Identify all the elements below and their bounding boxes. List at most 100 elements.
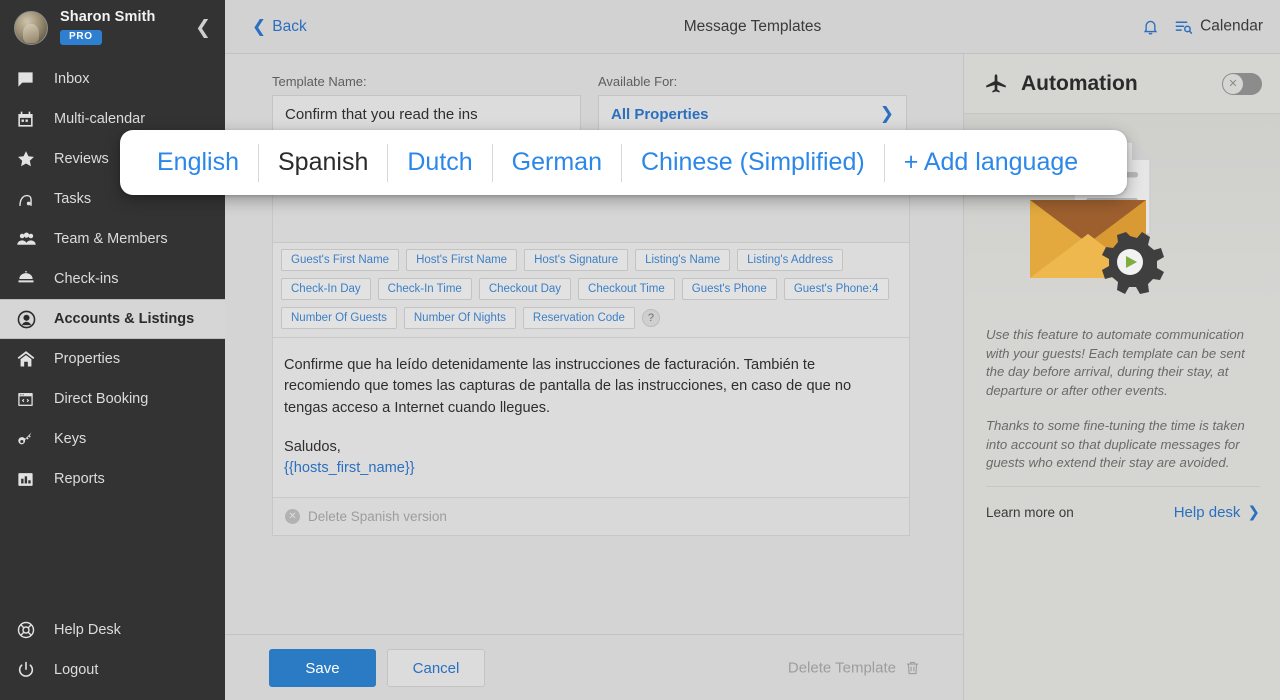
- calendar-label: Calendar: [1200, 17, 1263, 35]
- power-icon: [16, 660, 46, 680]
- merge-tag[interactable]: Host's First Name: [406, 249, 518, 271]
- automation-paragraph-1: Use this feature to automate communicati…: [986, 327, 1245, 399]
- sidebar-item-label: Tasks: [54, 191, 92, 207]
- merge-tag[interactable]: Check-In Day: [281, 278, 371, 300]
- sidebar-item-label: Accounts & Listings: [54, 311, 195, 327]
- automation-toggle[interactable]: ✕: [1222, 72, 1262, 95]
- delete-template-button[interactable]: Delete Template: [788, 659, 921, 676]
- sidebar-item-help-desk[interactable]: Help Desk: [0, 610, 225, 650]
- message-body-editor[interactable]: Confirme que ha leído detenidamente las …: [273, 338, 909, 498]
- vacuum-icon: [16, 190, 46, 209]
- sidebar-item-properties[interactable]: Properties: [0, 339, 225, 379]
- star-icon: [16, 149, 46, 169]
- available-for-value: All Properties: [611, 105, 709, 123]
- delete-template-label: Delete Template: [787, 659, 896, 676]
- sidebar-item-label: Reviews: [54, 151, 109, 167]
- template-name-input[interactable]: Confirm that you read the ins: [272, 95, 581, 133]
- chevron-left-icon[interactable]: ❮: [195, 18, 211, 37]
- merge-tag[interactable]: Guest's Phone:4: [783, 278, 889, 300]
- language-tab-spanish[interactable]: Spanish: [259, 148, 387, 177]
- language-tab-english[interactable]: English: [138, 148, 258, 177]
- back-button[interactable]: ❮ Back: [252, 17, 307, 37]
- help-desk-link[interactable]: Help desk ❯: [1174, 503, 1260, 521]
- help-desk-label: Help desk: [1173, 503, 1241, 521]
- available-for-group: Available For: All Properties ❯: [598, 74, 907, 133]
- automation-footer: Learn more on Help desk ❯: [986, 486, 1260, 521]
- sidebar-item-label: Properties: [54, 351, 121, 367]
- sidebar-item-check-ins[interactable]: Check-ins: [0, 259, 225, 299]
- sidebar-item-label: Check-ins: [54, 271, 119, 287]
- template-name-group: Template Name: Confirm that you read the…: [272, 74, 581, 133]
- sidebar-item-label: Direct Booking: [54, 391, 149, 407]
- merge-tag[interactable]: Reservation Code: [522, 307, 635, 329]
- merge-tag[interactable]: Number Of Nights: [403, 307, 516, 329]
- profile-header[interactable]: Sharon Smith PRO ❮: [0, 0, 225, 55]
- help-icon[interactable]: ?: [641, 309, 660, 327]
- sidebar-item-team-members[interactable]: Team & Members: [0, 219, 225, 259]
- automation-header: Automation ✕: [964, 54, 1280, 114]
- sidebar-nav: Inbox Multi-calendar Reviews Tasks Team …: [0, 59, 225, 499]
- merge-tag[interactable]: Listing's Address: [737, 249, 844, 271]
- message-variable: {{hosts_first_name}}: [284, 460, 415, 477]
- save-button[interactable]: Save: [269, 649, 376, 687]
- merge-tag[interactable]: Checkout Time: [578, 278, 675, 300]
- home-icon: [16, 349, 46, 369]
- sidebar-item-keys[interactable]: Keys: [0, 419, 225, 459]
- template-form-row: Template Name: Confirm that you read the…: [272, 74, 907, 133]
- template-name-value: Confirm that you read the ins: [285, 105, 478, 123]
- merge-tag[interactable]: Check-In Time: [377, 278, 472, 300]
- calendar-link[interactable]: Calendar: [1174, 17, 1263, 36]
- merge-tag[interactable]: Number Of Guests: [281, 307, 397, 329]
- app-root: Sharon Smith PRO ❮ Inbox Multi-calendar: [0, 0, 1280, 700]
- merge-tag[interactable]: Guest's Phone: [681, 278, 777, 300]
- delete-language-version-button[interactable]: ✕ Delete Spanish version: [273, 497, 909, 536]
- sidebar-item-direct-booking[interactable]: Direct Booking: [0, 379, 225, 419]
- profile-text: Sharon Smith PRO: [60, 9, 156, 45]
- merge-tag[interactable]: Listing's Name: [635, 249, 731, 271]
- sidebar-item-reports[interactable]: Reports: [0, 459, 225, 499]
- avatar: [14, 10, 48, 45]
- action-bar: Save Cancel Delete Template: [225, 634, 963, 700]
- learn-more-label: Learn more on: [986, 504, 1074, 520]
- language-tab-german[interactable]: German: [493, 148, 621, 177]
- sidebar-item-accounts-listings[interactable]: Accounts & Listings: [0, 299, 225, 339]
- merge-tag-row-2: Check-In Day Check-In Time Checkout Day …: [281, 278, 901, 300]
- sidebar-item-label: Logout: [54, 662, 99, 678]
- people-icon: [16, 229, 46, 250]
- chevron-right-icon: ❯: [879, 104, 894, 124]
- add-language-button[interactable]: + Add language: [885, 148, 1097, 177]
- sidebar-item-inbox[interactable]: Inbox: [0, 59, 225, 99]
- sidebar-item-label: Inbox: [54, 71, 90, 87]
- available-for-label: Available For:: [598, 74, 678, 89]
- notification-bell-icon[interactable]: [1141, 17, 1160, 36]
- profile-name: Sharon Smith: [60, 9, 156, 26]
- template-editor-card: Guest's First Name Host's First Name Hos…: [272, 194, 910, 537]
- automation-title: Automation: [1021, 71, 1138, 95]
- merge-tag-bar: Guest's First Name Host's First Name Hos…: [273, 243, 909, 338]
- merge-tag[interactable]: Host's Signature: [524, 249, 629, 271]
- delete-language-version-label: Delete Spanish version: [308, 509, 447, 525]
- close-x-icon: ✕: [1223, 73, 1243, 94]
- chat-icon: [16, 70, 46, 89]
- top-bar: ❮ Back Message Templates Calendar: [225, 0, 1280, 54]
- available-for-select[interactable]: All Properties ❯: [598, 95, 907, 133]
- pro-badge: PRO: [60, 30, 102, 45]
- chevron-left-icon: ❮: [252, 16, 267, 37]
- sidebar: Sharon Smith PRO ❮ Inbox Multi-calendar: [0, 0, 225, 700]
- message-paragraph: Confirme que ha leído detenidamente las …: [284, 357, 852, 416]
- calendar-icon: [16, 110, 46, 129]
- sidebar-item-label: Reports: [54, 471, 105, 487]
- language-selector-popup: English Spanish Dutch German Chinese (Si…: [120, 130, 1127, 195]
- language-tab-dutch[interactable]: Dutch: [388, 148, 491, 177]
- merge-tag[interactable]: Guest's First Name: [281, 249, 400, 271]
- language-tab-chinese-simplified[interactable]: Chinese (Simplified): [622, 148, 884, 177]
- sidebar-item-label: Team & Members: [54, 231, 168, 247]
- merge-tag[interactable]: Checkout Day: [478, 278, 572, 300]
- sidebar-item-logout[interactable]: Logout: [0, 650, 225, 690]
- trash-icon: [904, 659, 921, 676]
- sidebar-item-label: Help Desk: [54, 622, 121, 638]
- cancel-button[interactable]: Cancel: [387, 649, 485, 687]
- back-label: Back: [272, 17, 307, 35]
